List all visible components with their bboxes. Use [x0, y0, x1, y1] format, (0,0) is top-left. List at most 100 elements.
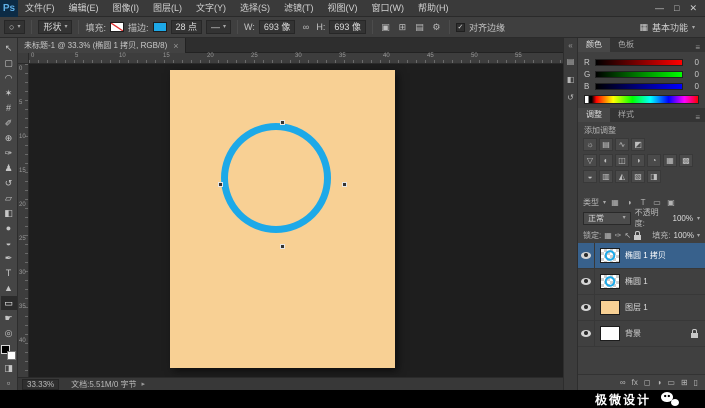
- stroke-type-select[interactable]: — ▾: [206, 20, 232, 34]
- expand-panels-icon[interactable]: «: [568, 41, 572, 50]
- path-selection-tool[interactable]: ▲: [1, 281, 17, 295]
- canvas-viewport[interactable]: [29, 64, 563, 377]
- link-layers-button[interactable]: ∞: [620, 378, 626, 387]
- photo-filter-icon[interactable]: ◔: [647, 154, 661, 167]
- green-channel-slider[interactable]: [595, 70, 683, 78]
- chevron-down-icon[interactable]: ▾: [603, 199, 606, 206]
- color-lookup-icon[interactable]: ▩: [679, 154, 693, 167]
- foreground-background-swatches[interactable]: [1, 345, 16, 360]
- layer-style-button[interactable]: fx: [632, 378, 638, 387]
- link-dimensions-icon[interactable]: ∞: [299, 22, 312, 32]
- layer-thumbnail[interactable]: [600, 300, 620, 315]
- red-channel-slider[interactable]: [595, 58, 683, 66]
- filter-type-layers-icon[interactable]: T: [638, 198, 648, 207]
- tab-adjustments[interactable]: 调整: [578, 108, 610, 122]
- menu-item-window[interactable]: 窗口(W): [365, 0, 412, 17]
- background-color-swatch[interactable]: [7, 351, 16, 360]
- new-layer-button[interactable]: ⊞: [681, 378, 688, 387]
- lock-position-icon[interactable]: ↖: [625, 231, 632, 240]
- blend-mode-select[interactable]: 正常 ▾: [583, 211, 631, 225]
- path-arrange-button[interactable]: ▤: [413, 22, 426, 33]
- gradient-tool[interactable]: ◧: [1, 206, 17, 220]
- zoom-level-input[interactable]: 33.33%: [22, 378, 60, 390]
- move-tool[interactable]: ↖: [1, 41, 17, 55]
- blur-tool[interactable]: ●: [1, 221, 17, 235]
- tab-color[interactable]: 颜色: [578, 38, 610, 52]
- layer-thumbnail[interactable]: [600, 326, 620, 341]
- dodge-tool[interactable]: ◒: [1, 236, 17, 250]
- green-channel-value[interactable]: 0: [687, 70, 699, 79]
- filter-type-label[interactable]: 类型: [583, 197, 599, 208]
- layer-row-background[interactable]: 背景: [578, 320, 705, 347]
- anchor-point-bottom[interactable]: [280, 244, 285, 249]
- collapsed-panel-icon-1[interactable]: ▤: [565, 56, 577, 68]
- pen-tool[interactable]: ✒: [1, 251, 17, 265]
- maximize-button[interactable]: □: [674, 3, 679, 14]
- tab-swatches[interactable]: 色板: [610, 38, 642, 52]
- curves-icon[interactable]: ∿: [615, 138, 629, 151]
- close-button[interactable]: ✕: [689, 3, 697, 14]
- eyedropper-tool[interactable]: ✐: [1, 116, 17, 130]
- hand-tool[interactable]: ☛: [1, 311, 17, 325]
- workspace-switcher[interactable]: ▦ 基本功能 ▾: [639, 21, 701, 34]
- levels-icon[interactable]: ▤: [599, 138, 613, 151]
- collapsed-panel-icon-2[interactable]: ◧: [565, 74, 577, 86]
- chevron-down-icon[interactable]: ▾: [697, 215, 700, 222]
- history-brush-tool[interactable]: ↺: [1, 176, 17, 190]
- path-alignment-button[interactable]: ⊞: [396, 22, 409, 33]
- minimize-button[interactable]: —: [655, 3, 664, 14]
- lock-transparent-pixels-icon[interactable]: ▦: [604, 231, 612, 240]
- gear-icon[interactable]: ⚙: [430, 22, 443, 33]
- anchor-point-right[interactable]: [342, 182, 347, 187]
- align-edges-checkbox[interactable]: ✓: [455, 22, 465, 32]
- blue-channel-slider[interactable]: [595, 82, 683, 90]
- canvas-document[interactable]: [170, 70, 395, 368]
- color-spectrum-ramp[interactable]: [584, 95, 699, 104]
- quick-selection-tool[interactable]: ✶: [1, 86, 17, 100]
- zoom-tool[interactable]: ◎: [1, 326, 17, 340]
- tool-preset-picker[interactable]: ○ ▾: [4, 20, 26, 34]
- stroke-swatch[interactable]: [152, 22, 167, 32]
- gradient-map-icon[interactable]: ▧: [631, 170, 645, 183]
- menu-item-edit[interactable]: 编辑(E): [62, 0, 106, 17]
- tool-mode-select[interactable]: 形状 ▾: [38, 20, 73, 34]
- brightness-contrast-icon[interactable]: ☼: [583, 138, 597, 151]
- layer-visibility-toggle[interactable]: [578, 320, 595, 347]
- layer-row-layer-1[interactable]: 图层 1: [578, 294, 705, 321]
- vibrance-icon[interactable]: ▽: [583, 154, 597, 167]
- red-channel-value[interactable]: 0: [687, 58, 699, 67]
- screen-mode-button[interactable]: ▫: [1, 376, 17, 390]
- layer-thumbnail[interactable]: [600, 274, 620, 289]
- layer-thumbnail[interactable]: [600, 248, 620, 263]
- document-tab[interactable]: 未标题-1 @ 33.3% (椭圆 1 拷贝, RGB/8) ×: [18, 38, 186, 53]
- blue-channel-value[interactable]: 0: [687, 82, 699, 91]
- delete-layer-button[interactable]: ▯: [694, 378, 698, 387]
- threshold-icon[interactable]: ◭: [615, 170, 629, 183]
- shape-tool[interactable]: ▭: [0, 296, 17, 310]
- eraser-tool[interactable]: ▱: [1, 191, 17, 205]
- add-layer-mask-button[interactable]: ◻: [644, 378, 651, 387]
- shape-height-input[interactable]: 693 像: [329, 20, 366, 34]
- type-tool[interactable]: T: [1, 266, 17, 280]
- black-white-icon[interactable]: ◑: [631, 154, 645, 167]
- filter-shape-layers-icon[interactable]: ▭: [652, 198, 662, 207]
- filter-smart-objects-icon[interactable]: ▣: [666, 198, 676, 207]
- menu-item-select[interactable]: 选择(S): [233, 0, 277, 17]
- shape-width-input[interactable]: 693 像: [258, 20, 296, 34]
- layer-visibility-toggle[interactable]: [578, 294, 595, 321]
- selective-color-icon[interactable]: ◨: [647, 170, 661, 183]
- menu-item-view[interactable]: 视图(V): [321, 0, 365, 17]
- lock-image-pixels-icon[interactable]: ✑: [615, 231, 622, 240]
- menu-item-layer[interactable]: 图层(L): [146, 0, 189, 17]
- anchor-point-top[interactable]: [280, 120, 285, 125]
- panel-menu-icon[interactable]: ≡: [695, 113, 705, 122]
- posterize-icon[interactable]: ▥: [599, 170, 613, 183]
- new-group-button[interactable]: ▭: [667, 378, 675, 387]
- clone-stamp-tool[interactable]: ♟: [1, 161, 17, 175]
- brush-tool[interactable]: ✑: [1, 146, 17, 160]
- path-operations-button[interactable]: ▣: [379, 22, 392, 33]
- lasso-tool[interactable]: ◠: [1, 71, 17, 85]
- menu-item-help[interactable]: 帮助(H): [411, 0, 456, 17]
- menu-item-filter[interactable]: 滤镜(T): [277, 0, 321, 17]
- layer-visibility-toggle[interactable]: [578, 268, 595, 295]
